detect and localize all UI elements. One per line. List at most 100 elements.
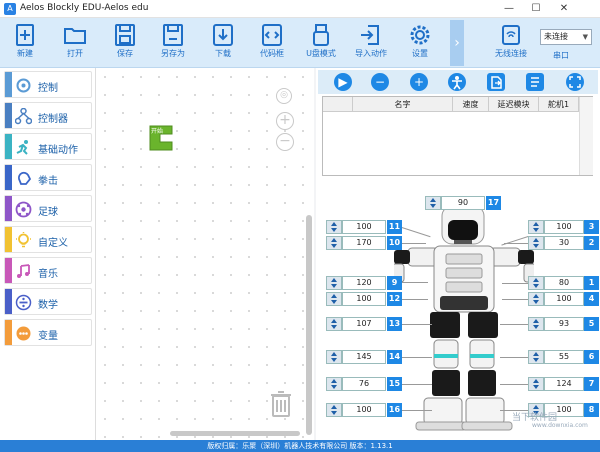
spinner-arrows-icon[interactable] [326,350,342,364]
category-color-bar [5,196,12,221]
save-as-button[interactable]: 另存为 [150,22,196,66]
servo-12-control[interactable]: 100 12 [326,292,402,306]
expand-icon [569,76,581,88]
servo-11-control[interactable]: 100 11 [326,220,402,234]
save-button[interactable]: 保存 [102,22,148,66]
servo-value-input[interactable]: 100 [342,292,386,306]
servo-connector-line [504,243,528,244]
servo-17-control[interactable]: 90 17 [425,196,501,210]
spinner-arrows-icon[interactable] [326,220,342,234]
remove-frame-button[interactable]: − [371,73,389,91]
servo-value-input[interactable]: 80 [544,276,584,290]
servo-value-input[interactable]: 76 [342,377,386,391]
servo-2-control[interactable]: 30 2 [528,236,600,250]
servo-connector-line [500,384,528,385]
servo-15-control[interactable]: 76 15 [326,377,402,391]
servo-id-badge: 2 [584,236,599,250]
servo-value-input[interactable]: 124 [544,377,584,391]
maximize-button[interactable]: ☐ [523,0,549,18]
trash-icon[interactable] [270,390,292,418]
person-button[interactable] [448,73,466,91]
category-controller[interactable]: 控制器 [4,102,92,129]
servo-5-control[interactable]: 93 5 [528,317,600,331]
settings-button[interactable]: 设置 [397,22,443,66]
usb-mode-button[interactable]: U盘模式 [298,22,344,66]
workspace-horizontal-scrollbar[interactable] [170,431,300,436]
category-music[interactable]: 音乐 [4,257,92,284]
servo-7-control[interactable]: 124 7 [528,377,600,391]
toolbar-expand-button[interactable]: › [450,20,464,66]
spinner-arrows-icon[interactable] [528,317,544,331]
spinner-arrows-icon[interactable] [326,317,342,331]
new-button[interactable]: 新建 [2,22,48,66]
servo-14-control[interactable]: 145 14 [326,350,402,364]
connection-select[interactable]: 未连接 ▼ [540,29,592,45]
servo-value-input[interactable]: 100 [342,403,386,417]
servo-13-control[interactable]: 107 13 [326,317,402,331]
spinner-arrows-icon[interactable] [528,377,544,391]
servo-value-input[interactable]: 100 [342,220,386,234]
servo-value-input[interactable]: 55 [544,350,584,364]
servo-3-control[interactable]: 100 3 [528,220,600,234]
minimize-button[interactable]: — [496,0,522,18]
usb-icon [298,22,344,48]
servo-id-badge: 17 [486,196,501,210]
spinner-arrows-icon[interactable] [528,220,544,234]
servo-6-control[interactable]: 55 6 [528,350,600,364]
servo-4-control[interactable]: 100 4 [528,292,600,306]
spinner-arrows-icon[interactable] [425,196,441,210]
add-frame-button[interactable]: + [410,73,428,91]
spinner-arrows-icon[interactable] [528,276,544,290]
code-icon [249,22,295,48]
servo-value-input[interactable]: 93 [544,317,584,331]
servo-1-control[interactable]: 80 1 [528,276,600,290]
download-button[interactable]: 下载 [200,22,246,66]
category-soccer[interactable]: 足球 [4,195,92,222]
spinner-arrows-icon[interactable] [326,377,342,391]
list-button[interactable] [526,73,544,91]
category-boxing[interactable]: 拳击 [4,164,92,191]
servo-16-control[interactable]: 100 16 [326,403,402,417]
servo-value-input[interactable]: 170 [342,236,386,250]
spinner-arrows-icon[interactable] [326,292,342,306]
open-button[interactable]: 打开 [52,22,98,66]
category-variable[interactable]: 变量 [4,319,92,346]
fullscreen-button[interactable] [566,73,584,91]
spinner-arrows-icon[interactable] [326,236,342,250]
servo-value-input[interactable]: 107 [342,317,386,331]
zoom-out-button[interactable]: − [276,133,294,151]
table-vertical-scrollbar[interactable] [579,97,593,175]
category-basic-motion[interactable]: 基础动作 [4,133,92,160]
wireless-connect-button[interactable]: 无线连接 [488,22,534,66]
category-color-bar [5,258,12,283]
usb-mode-label: U盘模式 [306,49,336,58]
category-control[interactable]: 控制 [4,71,92,98]
recenter-button[interactable]: ◎ [276,88,292,104]
spinner-arrows-icon[interactable] [326,403,342,417]
import-action-button[interactable]: 导入动作 [348,22,394,66]
servo-value-input[interactable]: 120 [342,276,386,290]
servo-9-control[interactable]: 120 9 [326,276,402,290]
close-button[interactable]: ✕ [551,0,577,18]
spinner-arrows-icon[interactable] [528,292,544,306]
play-button[interactable]: ▶ [334,73,352,91]
workspace-vertical-scrollbar[interactable] [306,215,312,435]
category-custom[interactable]: 自定义 [4,226,92,253]
servo-value-input[interactable]: 145 [342,350,386,364]
plus-icon: + [279,112,291,128]
zoom-in-button[interactable]: + [276,112,294,130]
servo-10-control[interactable]: 170 10 [326,236,402,250]
serial-port-label[interactable]: 串口 [553,50,569,61]
export-button[interactable] [487,73,505,91]
servo-connector-line [500,324,528,325]
servo-value-input[interactable]: 100 [544,292,584,306]
servo-value-input[interactable]: 100 [544,220,584,234]
action-frame-table[interactable]: 名字 速度 延迟模块 舵机1 [322,96,593,176]
servo-value-input[interactable]: 30 [544,236,584,250]
servo-value-input[interactable]: 90 [441,196,485,210]
spinner-arrows-icon[interactable] [528,236,544,250]
code-button[interactable]: 代码框 [249,22,295,66]
spinner-arrows-icon[interactable] [326,276,342,290]
category-math[interactable]: 数学 [4,288,92,315]
spinner-arrows-icon[interactable] [528,350,544,364]
